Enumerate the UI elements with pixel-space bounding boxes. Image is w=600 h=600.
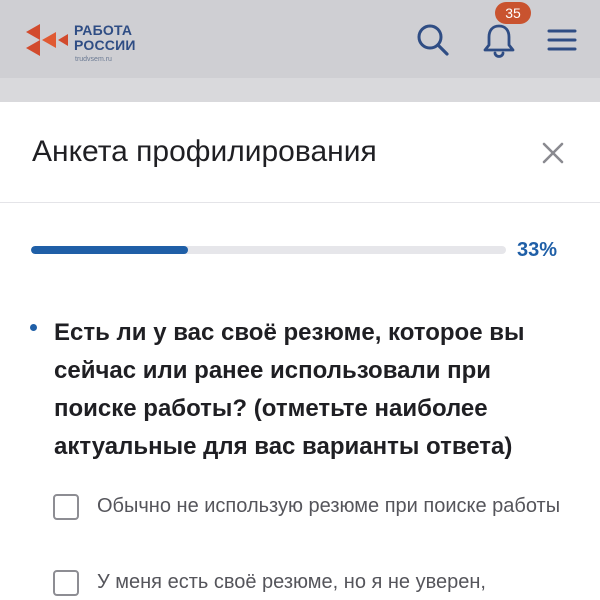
menu-button[interactable] [542,20,582,60]
option-label: Обычно не использую резюме при поиске ра… [97,495,561,517]
modal-header: Анкета профилирования [0,102,600,203]
logo-icon [26,24,68,56]
option-checkbox[interactable] [53,570,79,596]
option-checkbox[interactable] [53,494,79,520]
site-logo[interactable]: РАБОТА РОССИИ trudvsem.ru [22,16,172,66]
progress-label: 33% [517,239,558,261]
close-button[interactable] [536,136,570,170]
notifications-button[interactable] [479,20,519,60]
menu-icon [547,29,577,51]
question-bullet [30,324,37,331]
search-icon [417,24,449,56]
notification-badge: 35 [495,2,531,24]
close-icon [542,142,564,164]
site-header: РАБОТА РОССИИ trudvsem.ru 35 [0,0,600,78]
logo-subtitle: trudvsem.ru [75,56,112,63]
modal-title: Анкета профилирования [32,135,377,168]
logo-title: РАБОТА РОССИИ [74,22,136,53]
profiling-modal: Анкета профилирования 33% Есть ли у вас … [0,102,600,600]
option-label: У меня есть своё резюме, но я не уверен, [97,571,486,593]
search-button[interactable] [413,20,453,60]
question: Есть ли у вас своё резюме, которое вы се… [30,314,575,466]
progress-bar [31,246,506,254]
progress-fill [31,246,188,254]
app-screen: РАБОТА РОССИИ trudvsem.ru 35 Анкета проф… [0,0,600,600]
question-text: Есть ли у вас своё резюме, которое вы се… [54,319,525,460]
answer-option[interactable]: У меня есть своё резюме, но я не уверен, [53,568,583,596]
overlay-gap [0,78,600,102]
answer-option[interactable]: Обычно не использую резюме при поиске ра… [53,492,583,520]
bell-icon [483,24,515,58]
